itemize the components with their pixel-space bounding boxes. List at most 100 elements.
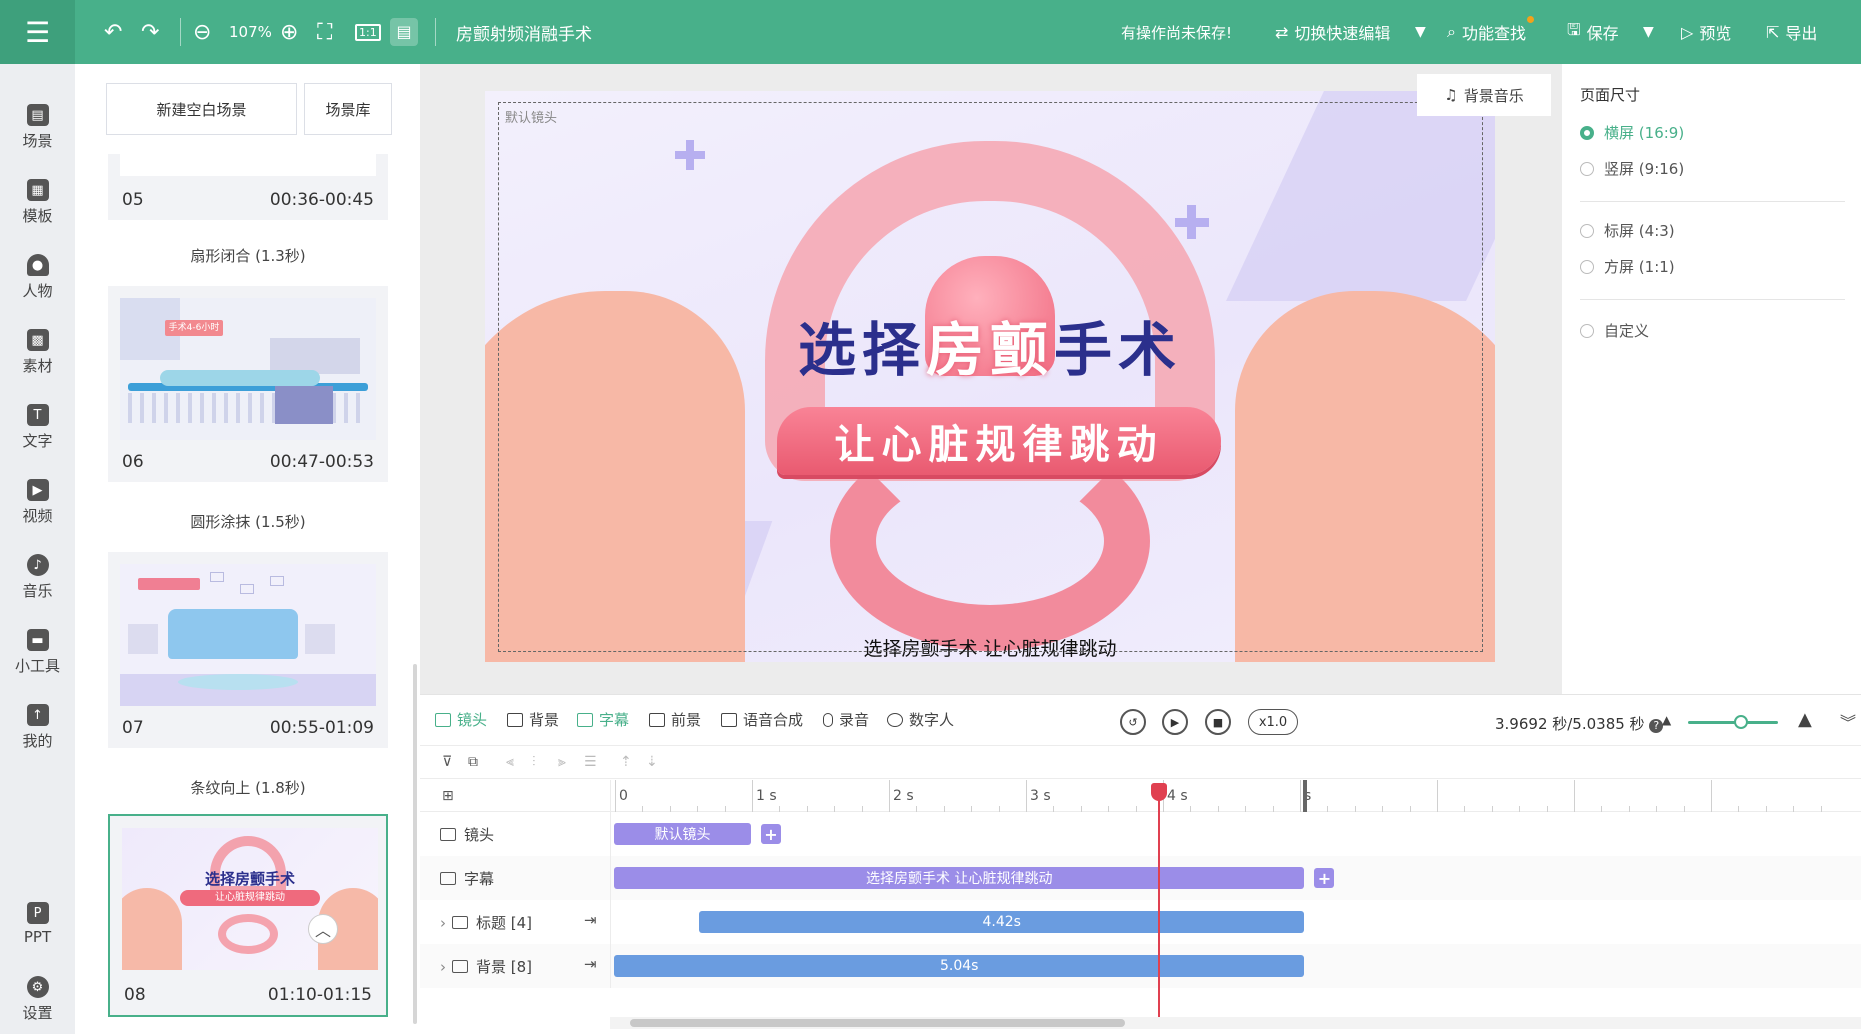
radio-square[interactable]: 方屏 (1:1) — [1580, 256, 1675, 277]
ribbon-tail-shape — [218, 914, 278, 954]
tool-tts[interactable]: 语音合成 — [721, 709, 803, 730]
track-label: 镜头 — [440, 824, 494, 845]
filter-icon[interactable]: ⊽ — [442, 754, 452, 770]
switch-edit-button[interactable]: ⇄ 切换快速编辑 — [1275, 0, 1390, 64]
nav-item-ppt[interactable]: P PPT — [0, 902, 75, 946]
new-blank-scene-button[interactable]: 新建空白场景 — [106, 83, 297, 135]
radio-custom[interactable]: 自定义 — [1580, 320, 1649, 341]
timeline-panel: 镜头 背景 字幕 前景 语音合成 录音 数字人 ↺ ▶ ■ x1.0 3.969… — [420, 694, 1861, 1034]
chevron-down-icon[interactable]: ▼ — [1415, 0, 1426, 64]
collapse-icon[interactable]: ︾ — [1840, 709, 1856, 733]
tool-camera[interactable]: 镜头 — [435, 709, 487, 730]
nav-item-template[interactable]: ▦ 模板 — [0, 179, 75, 226]
scrollbar-thumb[interactable] — [630, 1019, 1125, 1027]
ruler-tick: 0 — [619, 788, 628, 804]
nav-item-music[interactable]: ♪ 音乐 — [0, 554, 75, 601]
page-size-panel: 页面尺寸 横屏 (16:9) 竖屏 (9:16) 标屏 (4:3) 方屏 (1:… — [1562, 64, 1861, 694]
scene-transition[interactable]: 条纹向上 (1.8秒) — [108, 777, 388, 798]
time-display: 3.9692 秒/5.0385 秒 ? — [1495, 713, 1664, 734]
actual-size-icon[interactable]: 1:1 — [355, 0, 381, 64]
radio-standard[interactable]: 标屏 (4:3) — [1580, 220, 1675, 241]
camera-label: 默认镜头 — [505, 111, 558, 126]
clip-background[interactable]: 5.04s — [614, 955, 1305, 977]
zoom-in-icon[interactable]: ⊕ — [280, 0, 298, 64]
scene-card-06[interactable]: 手术4-6小时 06 00:47-00:53 — [108, 286, 388, 482]
chevron-down-icon[interactable]: ▼ — [1643, 0, 1654, 64]
ruler-minor-tick — [1026, 780, 1027, 812]
scene-card-05[interactable]: 05 00:36-00:45 — [108, 154, 388, 220]
clip-camera[interactable]: 默认镜头 — [614, 823, 751, 845]
playhead[interactable] — [1150, 783, 1167, 1021]
fit-screen-icon[interactable]: ⛶ — [317, 0, 332, 64]
nav-item-person[interactable]: ● 人物 — [0, 254, 75, 301]
scene-card-07[interactable]: 07 00:55-01:09 — [108, 552, 388, 748]
rewind-icon[interactable]: ↺ — [1120, 709, 1146, 735]
radio-landscape[interactable]: 横屏 (16:9) — [1580, 122, 1684, 143]
frame-shape — [270, 576, 284, 586]
scene-library-button[interactable]: 场景库 — [304, 83, 392, 135]
layout-icon[interactable]: ▤ — [390, 0, 418, 64]
scroll-up-button[interactable]: ︿ — [308, 914, 338, 944]
distribute-icon: ☰ — [584, 754, 597, 770]
scene-number: 05 — [122, 190, 144, 210]
tool-foreground[interactable]: 前景 — [649, 709, 701, 730]
patient-shape — [160, 370, 320, 386]
tool-subtitle[interactable]: 字幕 — [577, 709, 629, 730]
zoom-in-mountain-icon[interactable]: ▲ — [1798, 709, 1812, 730]
nav-item-toolbox[interactable]: ▬ 小工具 — [0, 629, 75, 676]
nav-item-scene[interactable]: ▤ 场景 — [0, 104, 75, 151]
nav-item-settings[interactable]: ⚙ 设置 — [0, 976, 75, 1023]
horizontal-scrollbar[interactable] — [610, 1017, 1861, 1029]
export-button[interactable]: ⇱ 导出 — [1766, 0, 1817, 64]
track-label[interactable]: › 背景 [8] — [440, 956, 532, 977]
end-marker[interactable] — [1303, 780, 1308, 812]
text-icon: T — [26, 404, 49, 426]
upload-icon: ↑ — [26, 704, 49, 726]
project-title[interactable]: 房颤射频消融手术 — [456, 0, 592, 64]
add-subtitle-button[interactable]: + — [1314, 868, 1335, 888]
clip-subtitle[interactable]: 选择房颤手术 让心脏规律跳动 — [614, 867, 1305, 889]
track-label[interactable]: › 标题 [4] — [440, 912, 532, 933]
undo-icon[interactable]: ↶ — [104, 0, 122, 64]
ruler-minor-tick — [615, 780, 616, 812]
find-button[interactable]: ⌕ 功能查找 — [1447, 0, 1534, 64]
zoom-out-mountain-icon[interactable]: ▲ — [1662, 713, 1671, 727]
radio-portrait[interactable]: 竖屏 (9:16) — [1580, 158, 1684, 179]
nav-item-video[interactable]: ▶ 视频 — [0, 479, 75, 526]
import-icon[interactable]: ⇥ — [584, 911, 597, 929]
zoom-slider[interactable] — [1688, 715, 1778, 729]
zoom-slider-handle[interactable] — [1733, 715, 1748, 729]
tool-digital-human[interactable]: 数字人 — [887, 709, 954, 730]
scrollbar[interactable] — [413, 664, 417, 1024]
stop-icon[interactable]: ■ — [1205, 709, 1231, 735]
playhead-handle[interactable] — [1150, 783, 1167, 801]
add-camera-button[interactable]: + — [761, 824, 781, 844]
grid-icon[interactable]: ⊞ — [442, 788, 454, 804]
tool-record[interactable]: 录音 — [823, 709, 869, 730]
scene-transition[interactable]: 扇形闭合 (1.3秒) — [108, 245, 388, 266]
scene-transition[interactable]: 圆形涂抹 (1.5秒) — [108, 511, 388, 532]
export-icon: ⇱ — [1766, 22, 1780, 42]
group-icon[interactable]: ⧉ — [468, 754, 478, 770]
save-button[interactable]: 🖫 保存 — [1567, 0, 1619, 64]
time-ruler[interactable]: 0 1 s 2 s 3 s 4 s s — [610, 780, 1861, 812]
play-icon[interactable]: ▶ — [1162, 709, 1188, 735]
ruler-tick: 1 s — [756, 788, 777, 804]
nav-item-text[interactable]: T 文字 — [0, 404, 75, 451]
scene-card-08[interactable]: 选择房颤手术 让心脏规律跳动 ︿ 08 01:10-01:15 — [108, 814, 388, 1017]
speed-button[interactable]: x1.0 — [1248, 709, 1298, 735]
import-icon[interactable]: ⇥ — [584, 955, 597, 973]
top-toolbar: ☰ ↶ ↷ ⊖ 107% ⊕ ⛶ 1:1 ▤ 房颤射频消融手术 有操作尚未保存!… — [0, 0, 1861, 64]
camera-frame[interactable] — [498, 102, 1483, 652]
nav-item-mine[interactable]: ↑ 我的 — [0, 704, 75, 751]
nav-item-material[interactable]: ▩ 素材 — [0, 329, 75, 376]
zoom-out-icon[interactable]: ⊖ — [193, 0, 211, 64]
menu-icon[interactable]: ☰ — [0, 0, 75, 64]
ruler-tick: 4 s — [1167, 788, 1188, 804]
tool-background[interactable]: 背景 — [507, 709, 559, 730]
scene-time: 01:10-01:15 — [267, 985, 372, 1005]
preview-button[interactable]: ▷ 预览 — [1681, 0, 1731, 64]
redo-icon[interactable]: ↷ — [141, 0, 159, 64]
clip-title[interactable]: 4.42s — [698, 911, 1305, 933]
bg-music-button[interactable]: ♫ 背景音乐 — [1417, 74, 1551, 116]
